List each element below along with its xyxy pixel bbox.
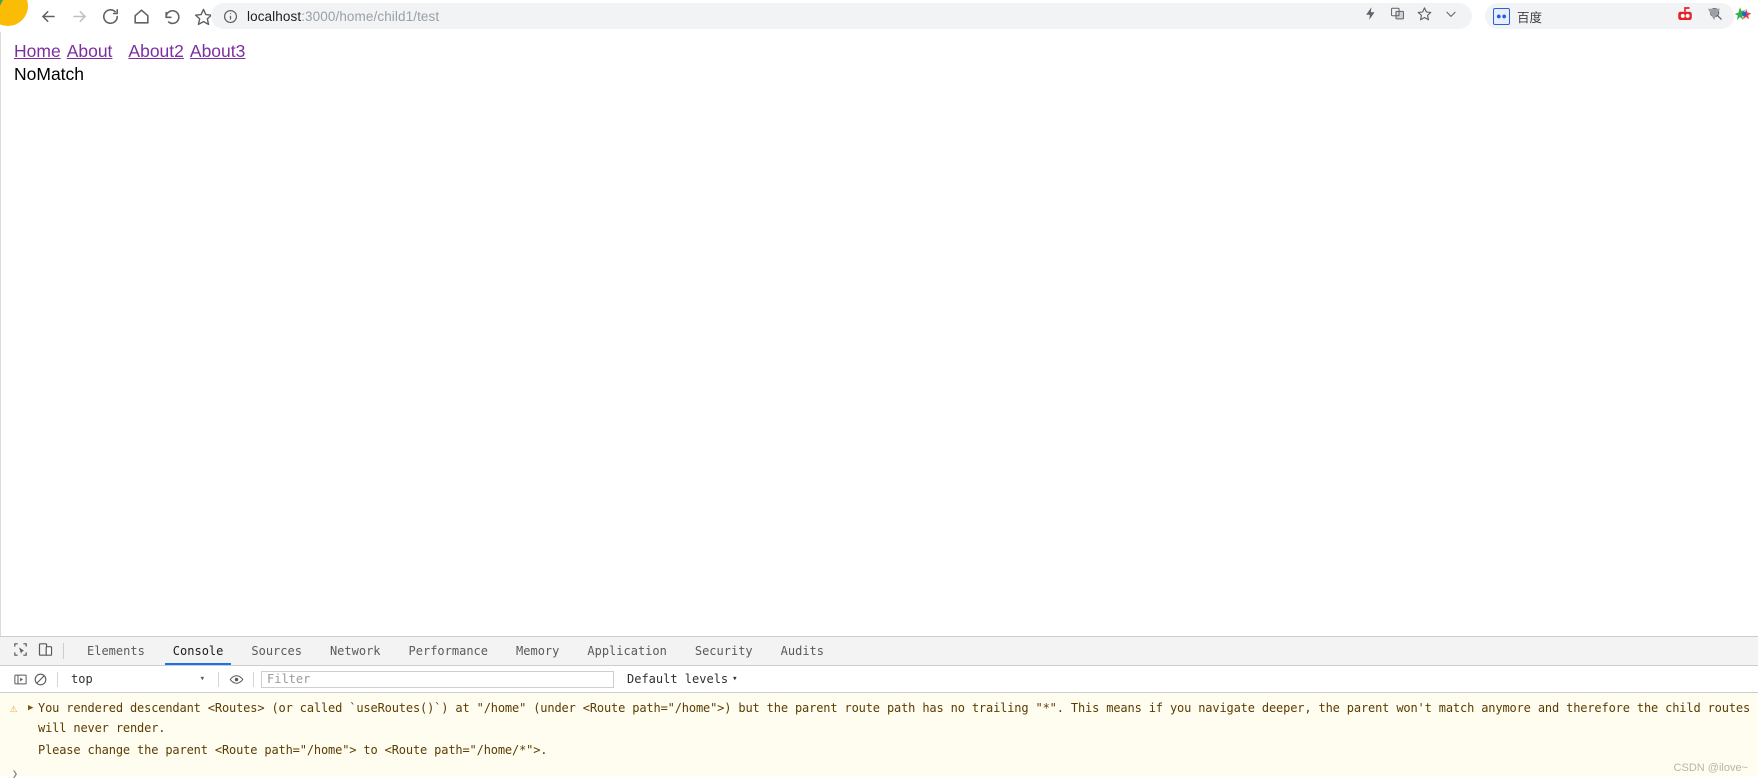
nomatch-text: NoMatch [14,64,85,84]
console-message-warning[interactable]: ⚠ ▶ You rendered descendant <Routes> (or… [0,693,1758,738]
console-sidebar-icon[interactable] [10,669,30,689]
tab-label: Memory [516,644,560,658]
devtools-tool-icons [0,641,54,662]
translate-icon[interactable] [1390,6,1405,26]
home-icon[interactable] [127,2,155,30]
browser-toolbar: localhost:3000/home/child1/test ●● 百度 [0,0,1758,32]
tab-elements[interactable]: Elements [73,637,159,665]
star-icon[interactable] [1417,6,1432,26]
tab-label: Security [694,644,753,658]
chevron-down-icon: ▾ [199,674,205,684]
disclosure-triangle-icon[interactable]: ▶ [28,698,38,738]
page-link-home[interactable]: Home [14,41,61,61]
baidu-icon: ●● [1493,7,1510,25]
watermark: CSDN @ilove~ [1673,762,1748,774]
page-link-about2[interactable]: About2 [128,41,183,61]
warning-triangle-icon: ⚠ [10,701,18,715]
divider [57,671,58,687]
address-bar[interactable]: localhost:3000/home/child1/test [211,3,1472,29]
back-icon[interactable] [34,2,62,30]
page-viewport: Home About About2 About3 NoMatch [0,32,1758,636]
tab-security[interactable]: Security [681,637,767,665]
console-levels-dropdown[interactable]: Default levels ▾ [627,672,738,686]
tab-label: Sources [251,644,302,658]
extension-red-icon[interactable] [1676,5,1694,28]
tab-audits[interactable]: Audits [767,637,838,665]
console-message-text-secondary: Please change the parent <Route path="/h… [38,743,548,757]
tab-label: Console [172,644,224,658]
extension-colorful-icon[interactable] [1734,5,1752,28]
clear-console-icon[interactable] [30,669,50,689]
tab-network[interactable]: Network [316,637,395,665]
search-engine-label: 百度 [1517,10,1543,25]
console-filter-input[interactable] [261,670,614,688]
tab-performance[interactable]: Performance [395,637,502,665]
lightning-icon[interactable] [1363,6,1378,26]
console-context-selector[interactable]: top ▾ [65,672,211,686]
device-toolbar-icon[interactable] [37,641,54,662]
page-link-about[interactable]: About [67,41,113,61]
tab-label: Performance [408,644,489,658]
url-path: :3000/home/child1/test [301,8,440,24]
divider [63,643,64,659]
tab-label: Audits [780,644,825,658]
divider [253,671,254,687]
tab-memory[interactable]: Memory [502,637,573,665]
divider [218,671,219,687]
tab-label: Application [587,644,667,658]
chevron-down-icon[interactable] [1444,7,1458,26]
chevron-down-icon: ▾ [732,674,738,684]
devtools-tabbar: Elements Console Sources Network Perform… [0,637,1758,666]
console-prompt-caret-icon: ❯ [12,769,19,780]
tab-console[interactable]: Console [159,637,238,665]
tab-application[interactable]: Application [573,637,680,665]
inspect-element-icon[interactable] [12,641,29,662]
nav-links: Home About About2 About3 [14,40,1758,62]
omnibox-action-icons [1363,6,1472,26]
devtools-tabs: Elements Console Sources Network Perform… [73,637,838,665]
live-expression-icon[interactable] [226,669,246,689]
console-filter-bar: top ▾ Default levels ▾ [0,666,1758,693]
reload-icon[interactable] [96,2,124,30]
console-levels-label: Default levels [627,672,729,686]
info-circle-icon[interactable] [222,8,238,24]
extension-grey-v-icon[interactable] [1705,5,1723,28]
page-content: Home About About2 About3 NoMatch [1,32,1758,86]
extension-icons [1676,0,1752,32]
tab-label: Elements [87,644,145,658]
address-bar-url: localhost:3000/home/child1/test [247,9,439,24]
forward-icon[interactable] [65,2,93,30]
browser-logo-icon [0,0,28,26]
tab-label: Network [329,644,381,658]
devtools-panel: Elements Console Sources Network Perform… [0,636,1758,780]
page-link-about3[interactable]: About3 [190,41,245,61]
navigation-buttons [34,2,217,30]
console-message-text: You rendered descendant <Routes> (or cal… [38,701,1758,735]
tab-sources[interactable]: Sources [237,637,316,665]
console-output: ⚠ ▶ You rendered descendant <Routes> (or… [0,693,1758,780]
console-context-value: top [71,672,93,686]
url-host: localhost [247,8,302,24]
undo-icon[interactable] [158,2,186,30]
